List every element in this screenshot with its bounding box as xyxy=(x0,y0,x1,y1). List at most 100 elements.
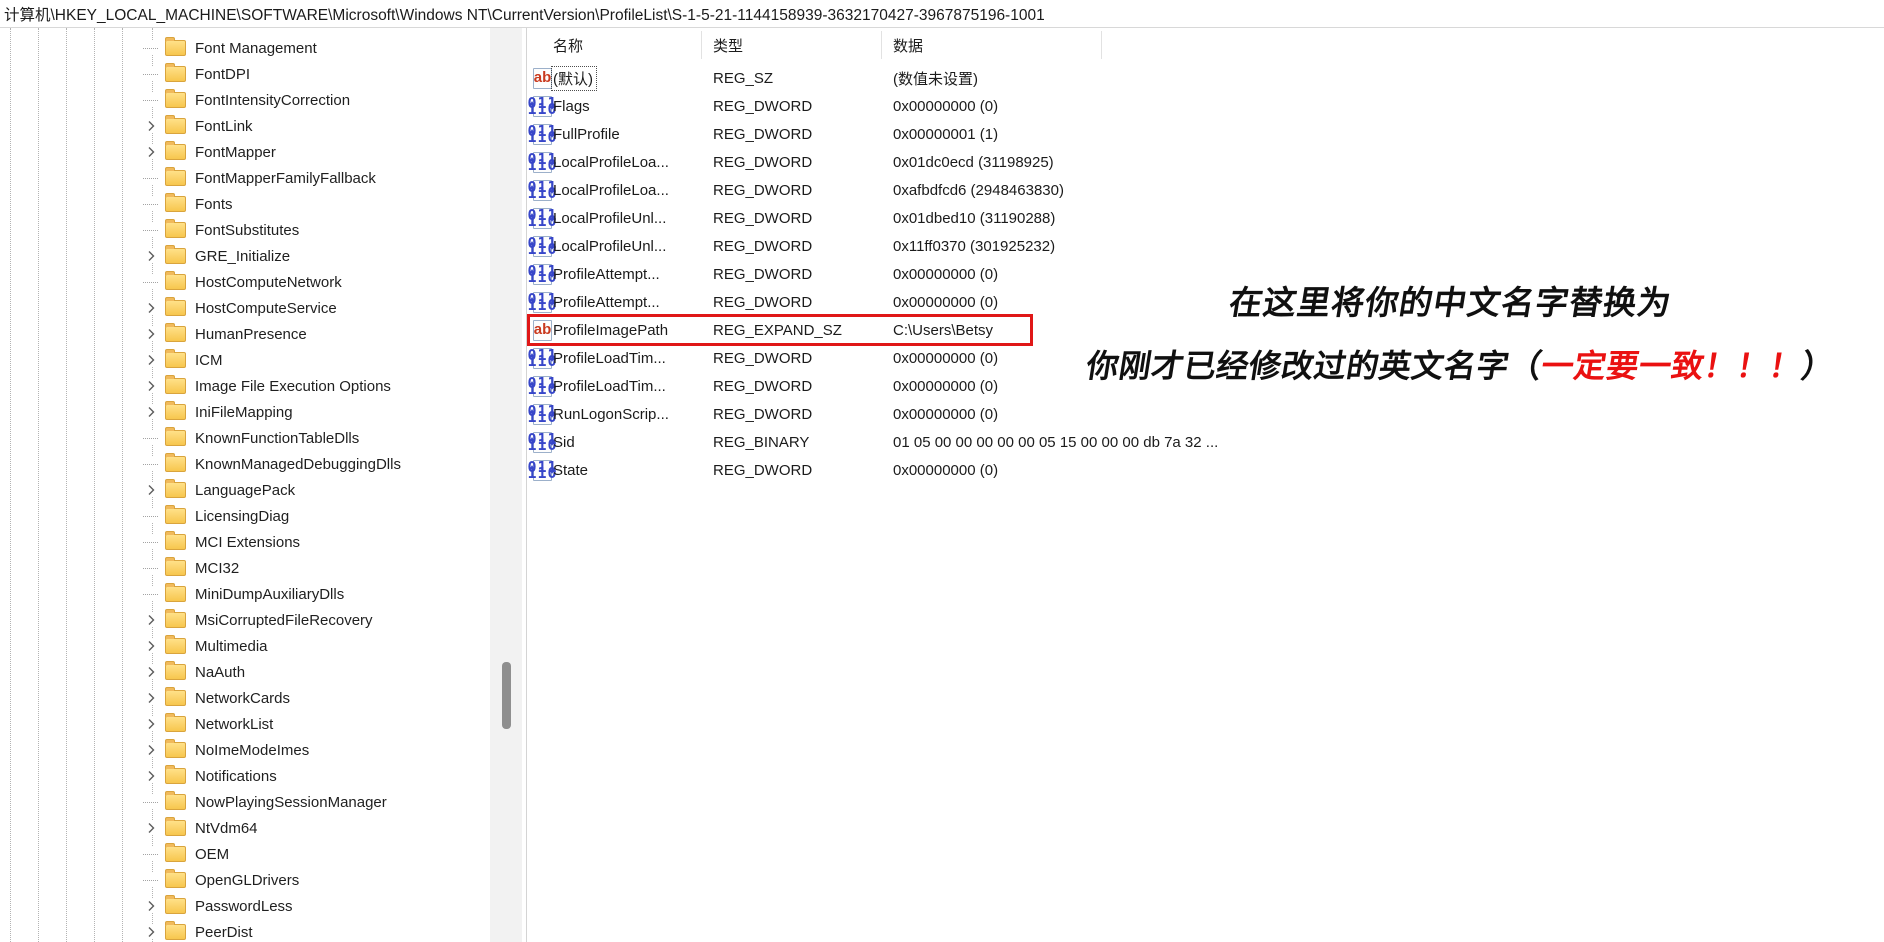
registry-value-row[interactable]: ab(默认)REG_SZ(数值未设置) xyxy=(527,64,1884,92)
tree-item[interactable]: Image File Execution Options xyxy=(0,373,490,399)
tree-item-label: HumanPresence xyxy=(195,326,307,343)
tree-item[interactable]: PeerDist xyxy=(0,919,490,942)
chevron-right-icon[interactable] xyxy=(142,691,159,705)
tree-item-label: GRE_Initialize xyxy=(195,248,290,265)
tree-item[interactable]: IniFileMapping xyxy=(0,399,490,425)
tree-item[interactable]: Font Management xyxy=(0,35,490,61)
tree-item[interactable]: NoImeModeImes xyxy=(0,737,490,763)
registry-value-row[interactable]: 011110SidREG_BINARY01 05 00 00 00 00 00 … xyxy=(527,428,1884,456)
chevron-right-icon[interactable] xyxy=(142,379,159,393)
tree-item[interactable]: LicensingDiag xyxy=(0,503,490,529)
column-header-type[interactable]: 类型 xyxy=(713,35,893,56)
tree-connector xyxy=(142,197,159,211)
chevron-right-icon[interactable] xyxy=(142,145,159,159)
value-type: REG_DWORD xyxy=(713,182,893,199)
registry-value-row[interactable]: 011110LocalProfileLoa...REG_DWORD0xafbdf… xyxy=(527,176,1884,204)
column-separator[interactable] xyxy=(1101,31,1102,59)
reg-binary-icon: 011110 xyxy=(533,460,552,481)
tree-item[interactable]: Fonts xyxy=(0,191,490,217)
registry-value-row[interactable]: 011110LocalProfileLoa...REG_DWORD0x01dc0… xyxy=(527,148,1884,176)
registry-value-row[interactable]: 011110FullProfileREG_DWORD0x00000001 (1) xyxy=(527,120,1884,148)
tree-item[interactable]: PasswordLess xyxy=(0,893,490,919)
tree-scrollbar[interactable] xyxy=(490,28,522,942)
chevron-right-icon[interactable] xyxy=(142,249,159,263)
tree-item[interactable]: NetworkCards xyxy=(0,685,490,711)
chevron-right-icon[interactable] xyxy=(142,717,159,731)
tree-item[interactable]: FontLink xyxy=(0,113,490,139)
annotation: 在这里将你的中文名字替换为 你刚才已经修改过的英文名字（一定要一致！！！） xyxy=(1087,276,1815,387)
folder-icon xyxy=(165,872,186,888)
folder-icon xyxy=(165,794,186,810)
tree-item[interactable]: HostComputeService xyxy=(0,295,490,321)
chevron-right-icon[interactable] xyxy=(142,743,159,757)
tree-connector xyxy=(142,457,159,471)
folder-icon xyxy=(165,924,186,940)
chevron-right-icon[interactable] xyxy=(142,665,159,679)
column-separator[interactable] xyxy=(881,31,882,59)
tree-item[interactable]: HumanPresence xyxy=(0,321,490,347)
folder-icon xyxy=(165,40,186,56)
column-separator[interactable] xyxy=(701,31,702,59)
tree-item[interactable]: MCI Extensions xyxy=(0,529,490,555)
tree-item[interactable]: MiniDumpAuxiliaryDlls xyxy=(0,581,490,607)
registry-value-row[interactable]: 011110StateREG_DWORD0x00000000 (0) xyxy=(527,456,1884,484)
tree-item[interactable]: HostComputeNetwork xyxy=(0,269,490,295)
value-type: REG_DWORD xyxy=(713,238,893,255)
value-data: (数值未设置) xyxy=(893,68,1884,89)
tree-item[interactable]: NaAuth xyxy=(0,659,490,685)
annotation-line2-prefix: 你刚才已经修改过的英文名字（ xyxy=(1084,348,1545,384)
tree-item[interactable]: GRE_Initialize xyxy=(0,243,490,269)
tree-item[interactable]: FontSubstitutes xyxy=(0,217,490,243)
tree-item[interactable]: OEM xyxy=(0,841,490,867)
chevron-right-icon[interactable] xyxy=(142,483,159,497)
tree-item-label: FontLink xyxy=(195,118,253,135)
folder-icon xyxy=(165,196,186,212)
chevron-right-icon[interactable] xyxy=(142,119,159,133)
registry-value-row[interactable]: 011110LocalProfileUnl...REG_DWORD0x11ff0… xyxy=(527,232,1884,260)
registry-value-row[interactable]: 011110FlagsREG_DWORD0x00000000 (0) xyxy=(527,92,1884,120)
tree-item[interactable]: MCI32 xyxy=(0,555,490,581)
tree-item[interactable]: LanguagePack xyxy=(0,477,490,503)
tree-item[interactable]: FontIntensityCorrection xyxy=(0,87,490,113)
tree-item[interactable]: FontDPI xyxy=(0,61,490,87)
tree-item-label: NoImeModeImes xyxy=(195,742,309,759)
chevron-right-icon[interactable] xyxy=(142,925,159,939)
value-name: LocalProfileLoa... xyxy=(553,154,713,171)
tree-item-label: FontMapper xyxy=(195,144,276,161)
tree-item[interactable]: KnownFunctionTableDlls xyxy=(0,425,490,451)
tree-item[interactable]: KnownManagedDebuggingDlls xyxy=(0,451,490,477)
folder-icon xyxy=(165,118,186,134)
tree-item[interactable]: NowPlayingSessionManager xyxy=(0,789,490,815)
chevron-right-icon[interactable] xyxy=(142,301,159,315)
tree-item[interactable]: FontMapper xyxy=(0,139,490,165)
address-bar[interactable]: 计算机\HKEY_LOCAL_MACHINE\SOFTWARE\Microsof… xyxy=(0,0,1884,28)
tree-item[interactable]: MsiCorruptedFileRecovery xyxy=(0,607,490,633)
chevron-right-icon[interactable] xyxy=(142,821,159,835)
tree-item-label: Multimedia xyxy=(195,638,268,655)
tree-item[interactable]: OpenGLDrivers xyxy=(0,867,490,893)
folder-icon xyxy=(165,170,186,186)
tree-item[interactable]: Multimedia xyxy=(0,633,490,659)
scrollbar-thumb[interactable] xyxy=(502,662,511,729)
value-type: REG_DWORD xyxy=(713,294,893,311)
registry-value-row[interactable]: 011110RunLogonScrip...REG_DWORD0x0000000… xyxy=(527,400,1884,428)
column-header-data[interactable]: 数据 xyxy=(893,35,1884,56)
tree-item[interactable]: FontMapperFamilyFallback xyxy=(0,165,490,191)
address-path: 计算机\HKEY_LOCAL_MACHINE\SOFTWARE\Microsof… xyxy=(0,3,1045,25)
tree-item[interactable]: NetworkList xyxy=(0,711,490,737)
chevron-right-icon[interactable] xyxy=(142,353,159,367)
chevron-right-icon[interactable] xyxy=(142,613,159,627)
chevron-right-icon[interactable] xyxy=(142,639,159,653)
column-header-name[interactable]: 名称 xyxy=(553,35,713,56)
tree-item[interactable]: NtVdm64 xyxy=(0,815,490,841)
chevron-right-icon[interactable] xyxy=(142,899,159,913)
registry-value-row[interactable]: 011110LocalProfileUnl...REG_DWORD0x01dbe… xyxy=(527,204,1884,232)
chevron-right-icon[interactable] xyxy=(142,769,159,783)
tree-item[interactable]: Notifications xyxy=(0,763,490,789)
chevron-right-icon[interactable] xyxy=(142,327,159,341)
tree-item-label: NowPlayingSessionManager xyxy=(195,794,387,811)
tree-item[interactable]: ICM xyxy=(0,347,490,373)
reg-binary-icon: 011110 xyxy=(533,236,552,257)
chevron-right-icon[interactable] xyxy=(142,405,159,419)
reg-binary-icon: 011110 xyxy=(533,96,552,117)
